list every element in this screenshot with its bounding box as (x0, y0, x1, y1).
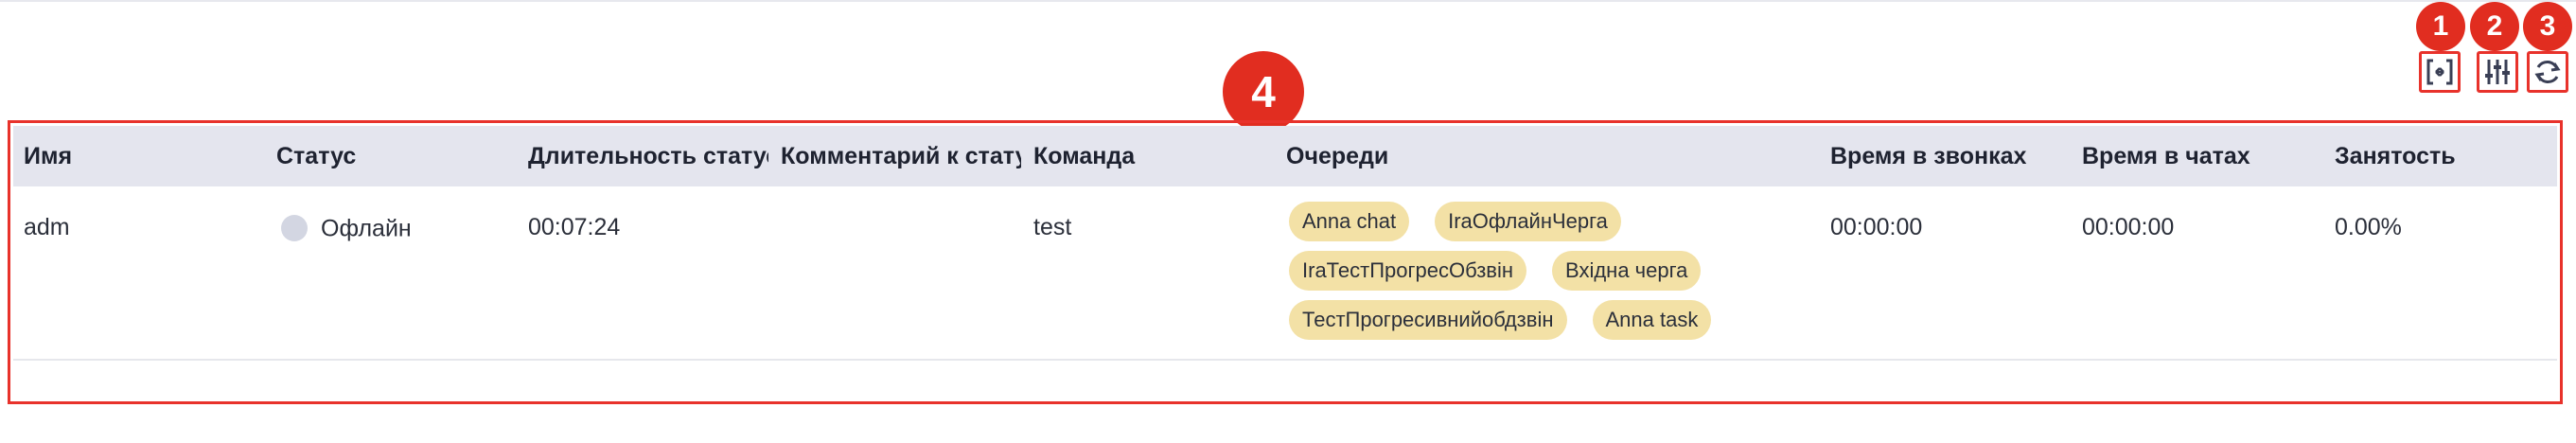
agents-table: Имя Статус Длительность статуса Коммента… (8, 120, 2563, 404)
cell-call-time: 00:00:00 (1830, 214, 1923, 240)
top-divider (0, 0, 2576, 2)
status-label: Офлайн (321, 215, 412, 242)
refresh-icon (2534, 61, 2561, 83)
cell-status-duration: 00:07:24 (528, 214, 621, 240)
queue-chip: Anna chat (1289, 202, 1410, 241)
queue-chip: ТестПрогресивнийобдзвін (1289, 300, 1567, 340)
queue-chip: Anna task (1592, 300, 1712, 340)
column-header-team[interactable]: Команда (1033, 126, 1270, 186)
queue-chip: Вхідна черга (1552, 251, 1702, 291)
column-header-queues[interactable]: Очереди (1286, 126, 1759, 186)
cell-status: Офлайн (281, 213, 412, 242)
table-header: Имя Статус Длительность статуса Коммента… (13, 126, 2557, 186)
expand-columns-button[interactable] (2419, 51, 2461, 93)
column-header-status[interactable]: Статус (276, 126, 513, 186)
cell-team: test (1033, 214, 1072, 240)
annotation-badge-3: 3 (2523, 2, 2572, 51)
refresh-button[interactable] (2527, 51, 2568, 93)
offline-status-icon (281, 215, 308, 242)
cell-occupancy: 0.00% (2335, 214, 2402, 240)
column-header-name[interactable]: Имя (24, 126, 260, 186)
table-row[interactable]: adm Офлайн 00:07:24 test Anna chat IraОфл… (13, 186, 2557, 361)
expand-columns-icon (2426, 59, 2453, 85)
column-header-chat-time[interactable]: Время в чатах (2082, 126, 2319, 186)
cell-name: adm (24, 214, 70, 240)
annotation-badge-1: 1 (2416, 2, 2465, 51)
queue-chip: IraТестПрогресОбзвін (1289, 251, 1527, 291)
column-header-occupancy[interactable]: Занятость (2335, 126, 2552, 186)
cell-chat-time: 00:00:00 (2082, 214, 2175, 240)
queue-chip: IraОфлайнЧерга (1435, 202, 1621, 241)
column-header-status-comment[interactable]: Комментарий к статусу (781, 126, 1021, 186)
annotation-badge-2: 2 (2470, 2, 2519, 51)
column-header-status-duration[interactable]: Длительность статуса (528, 126, 768, 186)
sliders-icon (2485, 60, 2510, 84)
cell-queues: Anna chat IraОфлайнЧерга IraТестПрогресОб… (1289, 202, 1819, 349)
column-header-call-time[interactable]: Время в звонках (1830, 126, 2067, 186)
column-settings-button[interactable] (2477, 51, 2518, 93)
